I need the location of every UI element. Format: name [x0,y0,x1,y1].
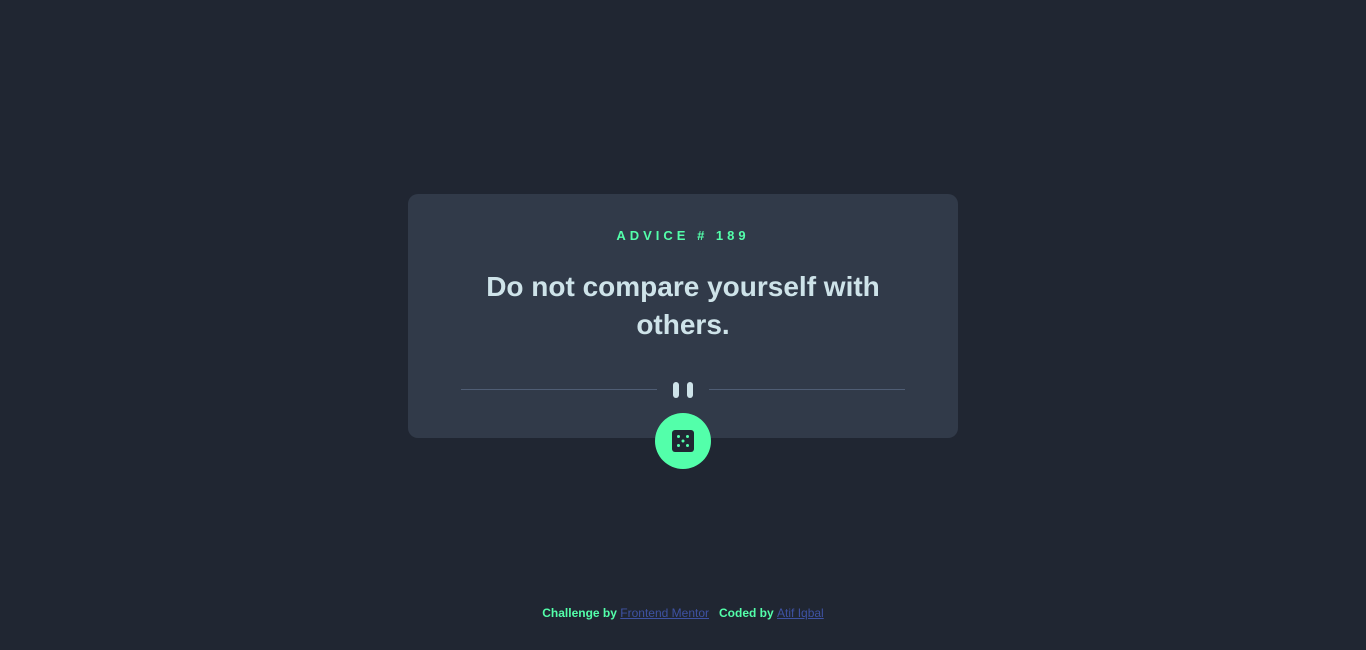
frontend-mentor-link[interactable]: Frontend Mentor [620,606,709,620]
divider-line-left [461,389,657,390]
coded-prefix: Coded by [719,606,774,620]
dice-icon [672,430,694,452]
pattern-divider [461,380,905,400]
divider-line-right [709,389,905,390]
attribution: Challenge by Frontend Mentor Coded by At… [0,606,1366,620]
advice-quote: Do not compare yourself with others. [486,271,880,340]
advice-card: ADVICE # 189 Do not compare yourself wit… [408,194,958,469]
pause-icon [673,382,693,398]
page: ADVICE # 189 Do not compare yourself wit… [0,0,1366,650]
author-link[interactable]: Atif Iqbal [777,606,824,620]
new-advice-button[interactable] [655,413,711,469]
challenge-prefix: Challenge by [542,606,617,620]
advice-id-label: ADVICE # 189 [616,228,750,243]
